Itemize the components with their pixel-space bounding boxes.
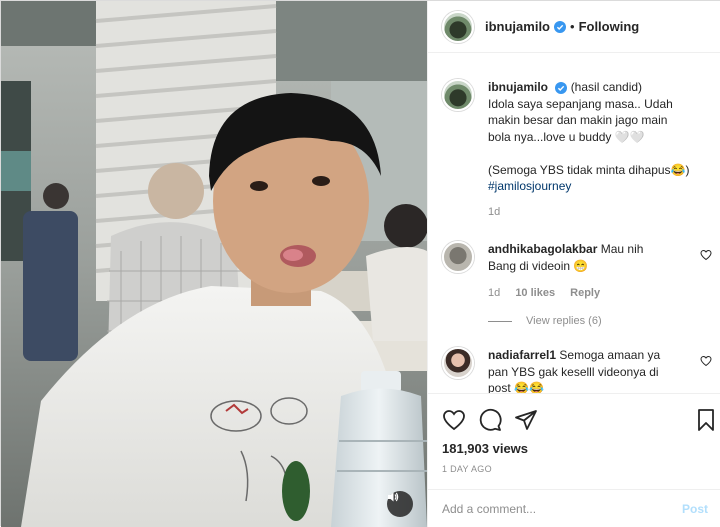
post-sidebar: ibnujamilo • Following ibnujamilo (hasil… [427, 1, 720, 527]
view-replies-button[interactable]: View replies (6) [488, 315, 602, 327]
caption-line-2: Idola saya sepanjang masa.. Udah [488, 96, 673, 111]
caption-timestamp[interactable]: 1d [488, 206, 500, 218]
caption-text: ibnujamilo (hasil candid) Idola saya sep… [488, 79, 698, 195]
bookmark-icon[interactable] [694, 408, 718, 432]
caption-hashtag[interactable]: #jamilosjourney [488, 179, 571, 193]
comment-username[interactable]: andhikabagolakbar [488, 242, 597, 256]
following-button[interactable]: Following [579, 19, 640, 34]
comment-row: nadiafarrel1 Semoga amaan ya pan YBS gak… [442, 347, 712, 393]
comment-text: nadiafarrel1 Semoga amaan ya pan YBS gak… [488, 347, 698, 393]
caption-time: 1d [488, 206, 512, 218]
verified-badge-icon [555, 81, 568, 94]
comment-likes[interactable]: 10 likes [515, 287, 555, 299]
add-comment-bar: Post [428, 489, 720, 527]
action-icons-row [442, 408, 714, 432]
comment-row: andhikabagolakbar Mau nih Bang di videoi… [442, 241, 712, 331]
comments-section: ibnujamilo (hasil candid) Idola saya sep… [428, 53, 720, 393]
caption-line-1: (hasil candid) [570, 80, 643, 94]
view-count[interactable]: 181,903 views [442, 441, 528, 456]
commenter-avatar[interactable] [442, 347, 474, 379]
instagram-post-modal: ibnujamilo • Following ibnujamilo (hasil… [0, 0, 720, 527]
caption-line-3: makin besar dan makin jago main [488, 113, 668, 127]
comment-reply-button[interactable]: Reply [570, 287, 600, 299]
speaker-icon [388, 492, 399, 502]
sound-toggle-button[interactable] [387, 491, 413, 517]
share-icon[interactable] [514, 408, 538, 432]
caption-row: ibnujamilo (hasil candid) Idola saya sep… [442, 79, 712, 229]
caption-line-4: bola nya...love u buddy 🤍🤍 [488, 129, 645, 144]
comment-line-2: pan YBS gak keselll videonya di [488, 364, 659, 379]
replies-divider [488, 320, 512, 322]
comment-line-2: Bang di videoin 😁 [488, 258, 589, 273]
comment-line-1: Semoga amaan ya [559, 348, 661, 362]
comment-like-heart-icon[interactable] [700, 249, 712, 261]
comment-line-1: Mau nih [600, 242, 644, 256]
video-frame-illustration [1, 1, 427, 527]
caption-username[interactable]: ibnujamilo [488, 80, 548, 94]
comment-line-3: post 😂😂 [488, 381, 544, 393]
post-header: ibnujamilo • Following [428, 1, 720, 53]
header-separator: • [570, 19, 575, 34]
comment-input[interactable] [442, 501, 682, 516]
comment-text: andhikabagolakbar Mau nih Bang di videoi… [488, 241, 698, 274]
post-actions: 181,903 views 1 DAY AGO [428, 393, 720, 493]
comment-like-heart-icon[interactable] [700, 355, 712, 367]
comment-icon[interactable] [478, 408, 502, 432]
author-avatar[interactable] [442, 10, 474, 43]
commenter-avatar[interactable] [442, 241, 474, 273]
post-video[interactable] [1, 1, 427, 527]
view-replies-label: View replies (6) [526, 315, 602, 327]
heart-icon[interactable] [442, 408, 466, 432]
comment-username[interactable]: nadiafarrel1 [488, 348, 556, 362]
post-comment-button[interactable]: Post [682, 502, 708, 516]
comment-meta: 1d 10 likes Reply [488, 287, 612, 299]
author-username[interactable]: ibnujamilo [485, 19, 550, 34]
post-date[interactable]: 1 DAY AGO [442, 464, 492, 474]
comment-timestamp[interactable]: 1d [488, 287, 500, 299]
caption-author-avatar[interactable] [442, 79, 474, 111]
caption-line-5: (Semoga YBS tidak minta dihapus😂) [488, 162, 690, 177]
verified-badge-icon [554, 20, 566, 33]
